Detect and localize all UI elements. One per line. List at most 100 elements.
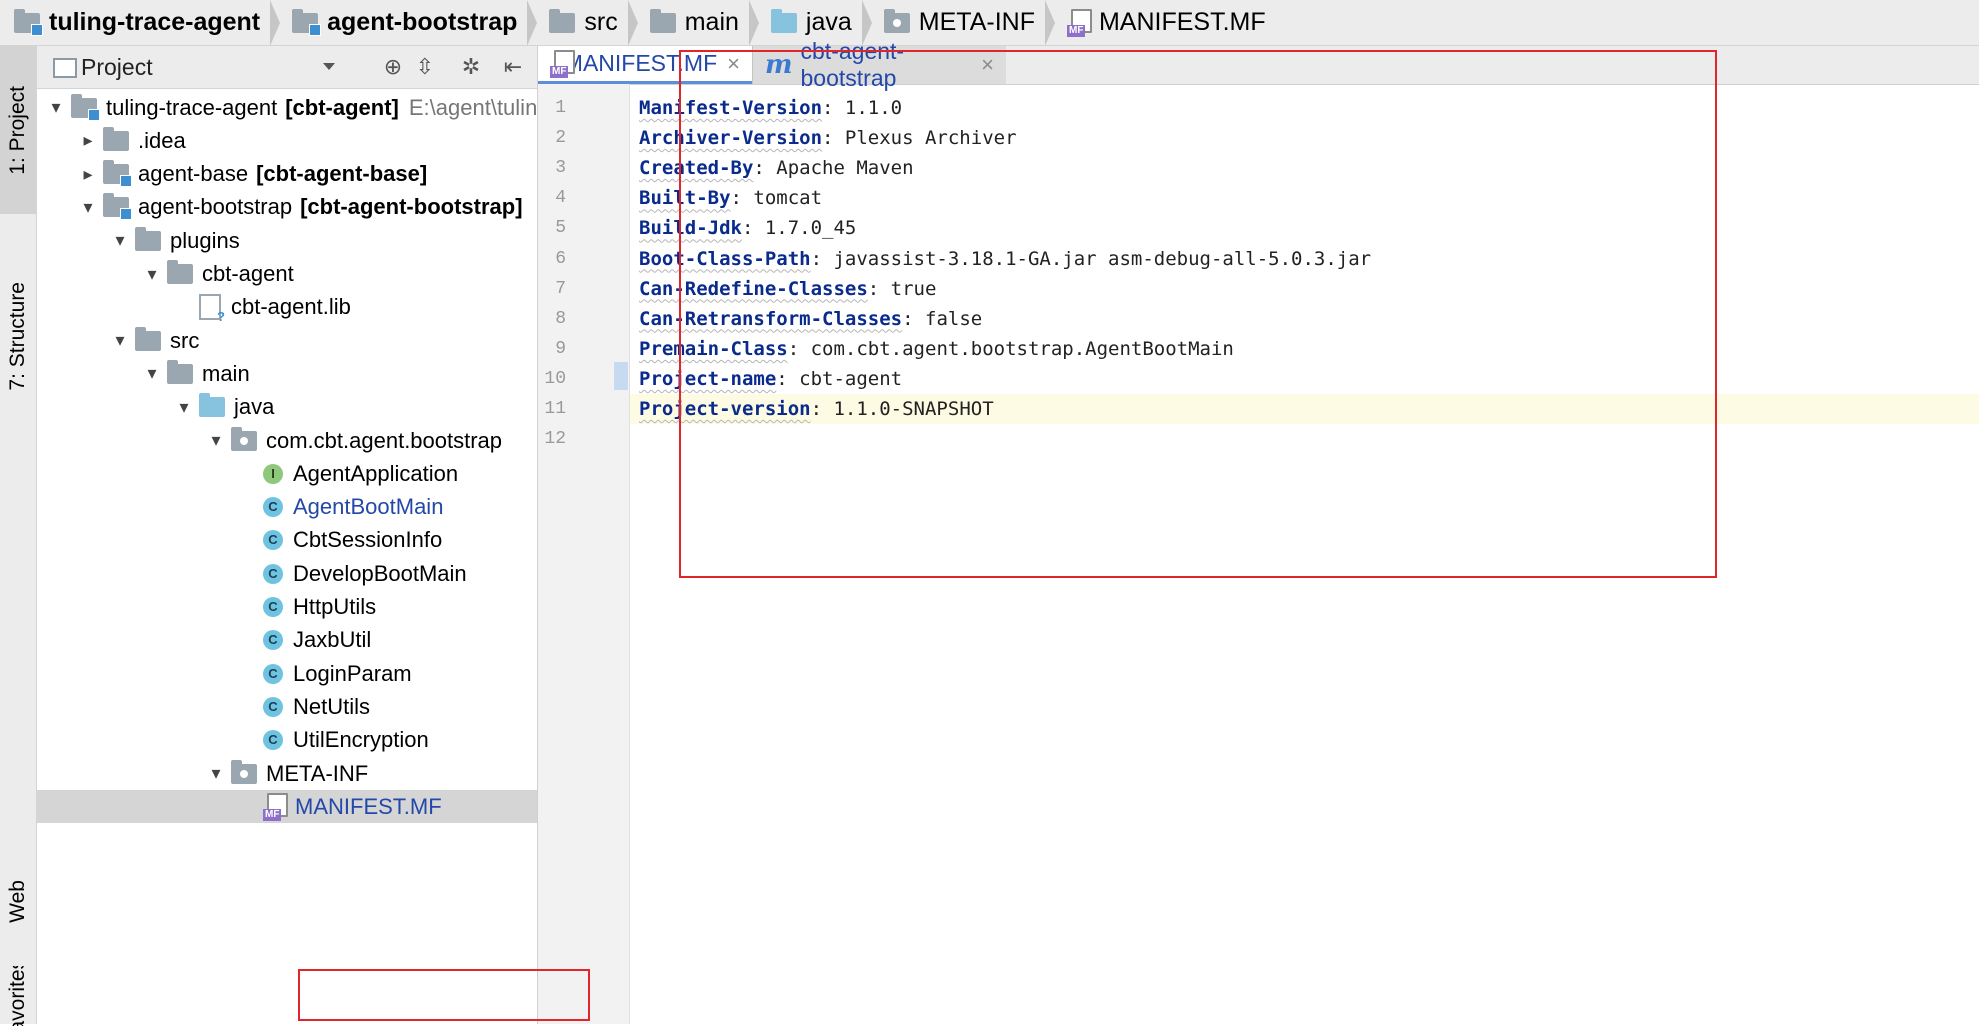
manifest-attribute-key: Built-By bbox=[639, 187, 731, 210]
tab-manifest-mf[interactable]: MF MANIFEST.MF × bbox=[538, 46, 752, 84]
code-line[interactable]: Manifest-Version: 1.1.0 bbox=[630, 93, 1979, 123]
breadcrumb-label: agent-bootstrap bbox=[327, 8, 518, 36]
manifest-file-icon: MF bbox=[1066, 8, 1092, 37]
tree-node[interactable]: ▾ com.cbt.agent.bootstrap bbox=[201, 424, 502, 457]
chevron-down-icon[interactable]: ▾ bbox=[201, 763, 231, 784]
project-panel-title[interactable]: Project bbox=[81, 54, 153, 81]
code-line[interactable]: Project-version: 1.1.0-SNAPSHOT bbox=[630, 394, 1979, 424]
chevron-right-icon[interactable]: ▸ bbox=[73, 164, 103, 185]
code-line[interactable]: Built-By: tomcat bbox=[630, 183, 1979, 213]
breadcrumb-item[interactable]: MF MANIFEST.MF bbox=[1066, 0, 1278, 46]
interface-icon: I bbox=[263, 463, 283, 484]
view-mode-dropdown-icon[interactable] bbox=[323, 63, 335, 70]
line-number: 12 bbox=[544, 429, 566, 450]
manifest-attribute-key: Manifest-Version bbox=[639, 97, 823, 119]
hide-panel-icon[interactable]: ⇤ bbox=[499, 54, 527, 80]
tree-node[interactable]: ▸cbt-agent.lib bbox=[169, 291, 351, 324]
tab-manifest-label: MANIFEST.MF bbox=[563, 50, 718, 76]
key-value-separator: : bbox=[822, 97, 845, 119]
class-icon: C bbox=[263, 563, 283, 584]
breadcrumb-item[interactable]: agent-bootstrap bbox=[292, 0, 549, 46]
tree-node[interactable]: ▾ agent-bootstrap [cbt-agent-bootstrap] bbox=[73, 191, 523, 224]
code-line[interactable]: Premain-Class: com.cbt.agent.bootstrap.A… bbox=[630, 334, 1979, 364]
code-line[interactable]: Build-Jdk: 1.7.0_45 bbox=[630, 213, 1979, 243]
tree-node[interactable]: ▸CLoginParam bbox=[233, 657, 412, 690]
tree-node[interactable]: ▸CNetUtils bbox=[233, 690, 370, 723]
breadcrumb-item[interactable]: main bbox=[649, 0, 771, 46]
tree-node[interactable]: ▸ .idea bbox=[73, 124, 186, 157]
collapse-all-icon[interactable]: ⇳ bbox=[411, 54, 439, 80]
chevron-right-icon[interactable]: ▸ bbox=[73, 130, 103, 151]
code-line[interactable]: Project-name: cbt-agent bbox=[630, 364, 1979, 394]
chevron-down-icon[interactable]: ▾ bbox=[201, 430, 231, 451]
unknown-file-icon bbox=[199, 294, 225, 324]
key-value-separator: : bbox=[902, 307, 925, 330]
tree-node[interactable]: ▾ META-INF bbox=[201, 757, 368, 790]
tree-node-label: java bbox=[234, 394, 275, 420]
tool-tab-structure[interactable]: 7: Structure bbox=[0, 226, 36, 446]
class-icon: C bbox=[263, 730, 283, 751]
chevron-down-icon[interactable]: ▾ bbox=[105, 330, 135, 351]
tree-node[interactable]: ▾ plugins bbox=[105, 224, 240, 257]
code-line[interactable] bbox=[630, 424, 1979, 454]
manifest-attribute-value: 1.1.0-SNAPSHOT bbox=[833, 398, 994, 420]
tree-node[interactable]: ▸IAgentApplication bbox=[233, 457, 458, 490]
key-value-separator: : bbox=[753, 157, 777, 180]
manifest-attribute-key: Can-Retransform-Classes bbox=[639, 307, 903, 330]
folder-icon bbox=[135, 226, 161, 251]
chevron-down-icon[interactable]: ▾ bbox=[137, 363, 167, 384]
tree-node[interactable]: ▸CJaxbUtil bbox=[233, 624, 371, 657]
tree-node[interactable]: ▾ tuling-trace-agent [cbt-agent] E:\agent\t… bbox=[41, 91, 538, 124]
folder-icon bbox=[549, 8, 576, 33]
gear-icon[interactable]: ✲ bbox=[457, 54, 485, 80]
chevron-down-icon[interactable]: ▾ bbox=[169, 397, 199, 418]
tree-node[interactable]: ▸CHttpUtils bbox=[233, 591, 376, 624]
breadcrumb-item[interactable]: src bbox=[549, 0, 649, 46]
code-line[interactable]: Boot-Class-Path: javassist-3.18.1-GA.jar… bbox=[630, 244, 1979, 274]
tree-node[interactable]: ▸CAgentBootMain bbox=[233, 491, 443, 524]
close-icon[interactable]: × bbox=[981, 52, 994, 78]
chevron-down-icon[interactable]: ▾ bbox=[41, 97, 71, 118]
breadcrumb-item[interactable]: tuling-trace-agent bbox=[14, 0, 292, 46]
module-folder-icon bbox=[14, 8, 43, 36]
code-line[interactable]: Created-By: Apache Maven bbox=[630, 153, 1979, 183]
tree-node[interactable]: ▸CDevelopBootMain bbox=[233, 557, 467, 590]
chevron-down-icon[interactable]: ▾ bbox=[137, 264, 167, 285]
tree-node[interactable]: ▾ java bbox=[169, 391, 274, 424]
left-tool-window-strip: 1: Project 7: Structure Web avorites bbox=[0, 46, 37, 1026]
manifest-attribute-value: Plexus Archiver bbox=[844, 127, 1017, 150]
tree-node[interactable]: ▾ cbt-agent bbox=[137, 258, 294, 291]
tree-node[interactable]: ▾ src bbox=[105, 324, 199, 357]
tree-node-label: MANIFEST.MF bbox=[295, 793, 442, 819]
manifest-attribute-key: Can-Redefine-Classes bbox=[639, 277, 868, 300]
tree-node-label: AgentApplication bbox=[293, 460, 459, 486]
navigation-breadcrumb-bar: tuling-trace-agent agent-bootstrap src main… bbox=[0, 0, 1979, 46]
tree-node[interactable]: ▸MFMANIFEST.MF bbox=[37, 790, 537, 824]
close-icon[interactable]: × bbox=[727, 51, 740, 77]
module-path-label: E:\agent\tuling-t bbox=[408, 94, 538, 120]
tree-node-label: LoginParam bbox=[293, 660, 412, 686]
gutter-change-marker bbox=[614, 362, 628, 390]
tool-tab-favorites[interactable]: avorites bbox=[0, 966, 36, 1026]
code-editor-text[interactable]: Manifest-Version: 1.1.0 Archiver-Version:… bbox=[630, 84, 1979, 1024]
manifest-attribute-value: com.cbt.agent.bootstrap.AgentBootMain bbox=[810, 337, 1234, 360]
tool-tab-web[interactable]: Web bbox=[0, 846, 36, 956]
code-line[interactable]: Archiver-Version: Plexus Archiver bbox=[630, 123, 1979, 153]
tree-node[interactable]: ▾ main bbox=[137, 357, 250, 390]
code-line[interactable]: Can-Redefine-Classes: true bbox=[630, 274, 1979, 304]
tree-node[interactable]: ▸CUtilEncryption bbox=[233, 724, 429, 757]
module-name-label: [cbt-agent] bbox=[285, 94, 399, 120]
breadcrumb-separator bbox=[748, 0, 759, 46]
key-value-separator: : bbox=[810, 247, 834, 270]
tab-cbt-agent-bootstrap[interactable]: m cbt-agent-bootstrap × bbox=[752, 38, 1006, 91]
tool-tab-project[interactable]: 1: Project bbox=[0, 46, 36, 214]
chevron-down-icon[interactable]: ▾ bbox=[73, 197, 103, 218]
tree-node[interactable]: ▸ agent-base [cbt-agent-base] bbox=[73, 158, 427, 191]
locate-file-icon[interactable]: ⊕ bbox=[379, 54, 407, 80]
folder-icon bbox=[167, 359, 193, 384]
manifest-attribute-key: Project-version bbox=[639, 398, 811, 420]
tool-tab-structure-label: 7: Structure bbox=[6, 281, 29, 391]
chevron-down-icon[interactable]: ▾ bbox=[105, 230, 135, 251]
tree-node[interactable]: ▸CCbtSessionInfo bbox=[233, 524, 442, 557]
code-line[interactable]: Can-Retransform-Classes: false bbox=[630, 304, 1979, 334]
